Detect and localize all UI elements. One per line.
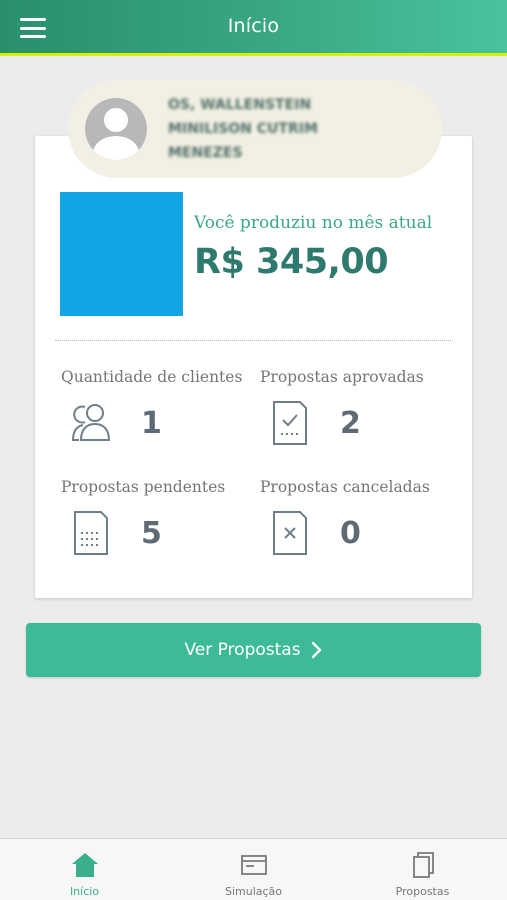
bottom-navigation: Início Simulação Propostas	[0, 838, 507, 900]
hamburger-menu-icon[interactable]	[18, 15, 48, 41]
avatar	[85, 98, 147, 160]
users-icon	[71, 404, 111, 441]
cancelled-document-icon	[273, 511, 307, 555]
stat-label: Propostas canceladas	[260, 478, 430, 496]
production-value: R$ 345,00	[194, 242, 389, 282]
view-proposals-button[interactable]: Ver Propostas	[26, 623, 481, 677]
app-screen: Início Você produziu no mês atual R$ 345…	[0, 0, 507, 900]
app-header: Início	[0, 0, 507, 56]
stat-label: Propostas aprovadas	[260, 368, 424, 386]
simulation-window-icon	[240, 855, 267, 875]
stat-value: 2	[340, 406, 361, 441]
stat-approved: Propostas aprovadas 2	[260, 368, 460, 468]
stat-label: Quantidade de clientes	[61, 368, 243, 386]
stat-label: Propostas pendentes	[61, 478, 226, 496]
home-icon	[71, 853, 98, 877]
stat-value: 0	[340, 516, 361, 551]
nav-label: Simulação	[224, 885, 283, 898]
nav-label: Propostas	[395, 885, 450, 898]
nav-item-propostas[interactable]: Propostas	[338, 839, 507, 900]
stat-value: 5	[141, 516, 162, 551]
divider	[55, 340, 453, 341]
production-label: Você produziu no mês atual	[194, 213, 433, 233]
stat-clients: Quantidade de clientes 1	[61, 368, 261, 468]
pending-document-icon	[74, 511, 108, 555]
stat-pending: Propostas pendentes 5	[61, 478, 261, 578]
production-color-block	[60, 192, 183, 316]
stat-value: 1	[141, 406, 162, 441]
nav-label: Início	[69, 885, 100, 898]
approved-document-icon	[273, 401, 307, 445]
documents-icon	[412, 852, 434, 878]
nav-item-inicio[interactable]: Início	[0, 839, 169, 900]
nav-item-simulacao[interactable]: Simulação	[169, 839, 338, 900]
summary-card: Você produziu no mês atual R$ 345,00 Qua…	[35, 136, 472, 598]
page-title: Início	[227, 15, 280, 37]
stat-cancelled: Propostas canceladas 0	[260, 478, 460, 578]
view-proposals-label: Ver Propostas	[184, 640, 301, 660]
profile-name: OS, WALLENSTEIN MINILISON CUTRIM MENEZES	[168, 97, 318, 161]
profile-banner[interactable]: OS, WALLENSTEIN MINILISON CUTRIM MENEZES	[68, 80, 442, 178]
chevron-right-icon	[311, 641, 321, 659]
